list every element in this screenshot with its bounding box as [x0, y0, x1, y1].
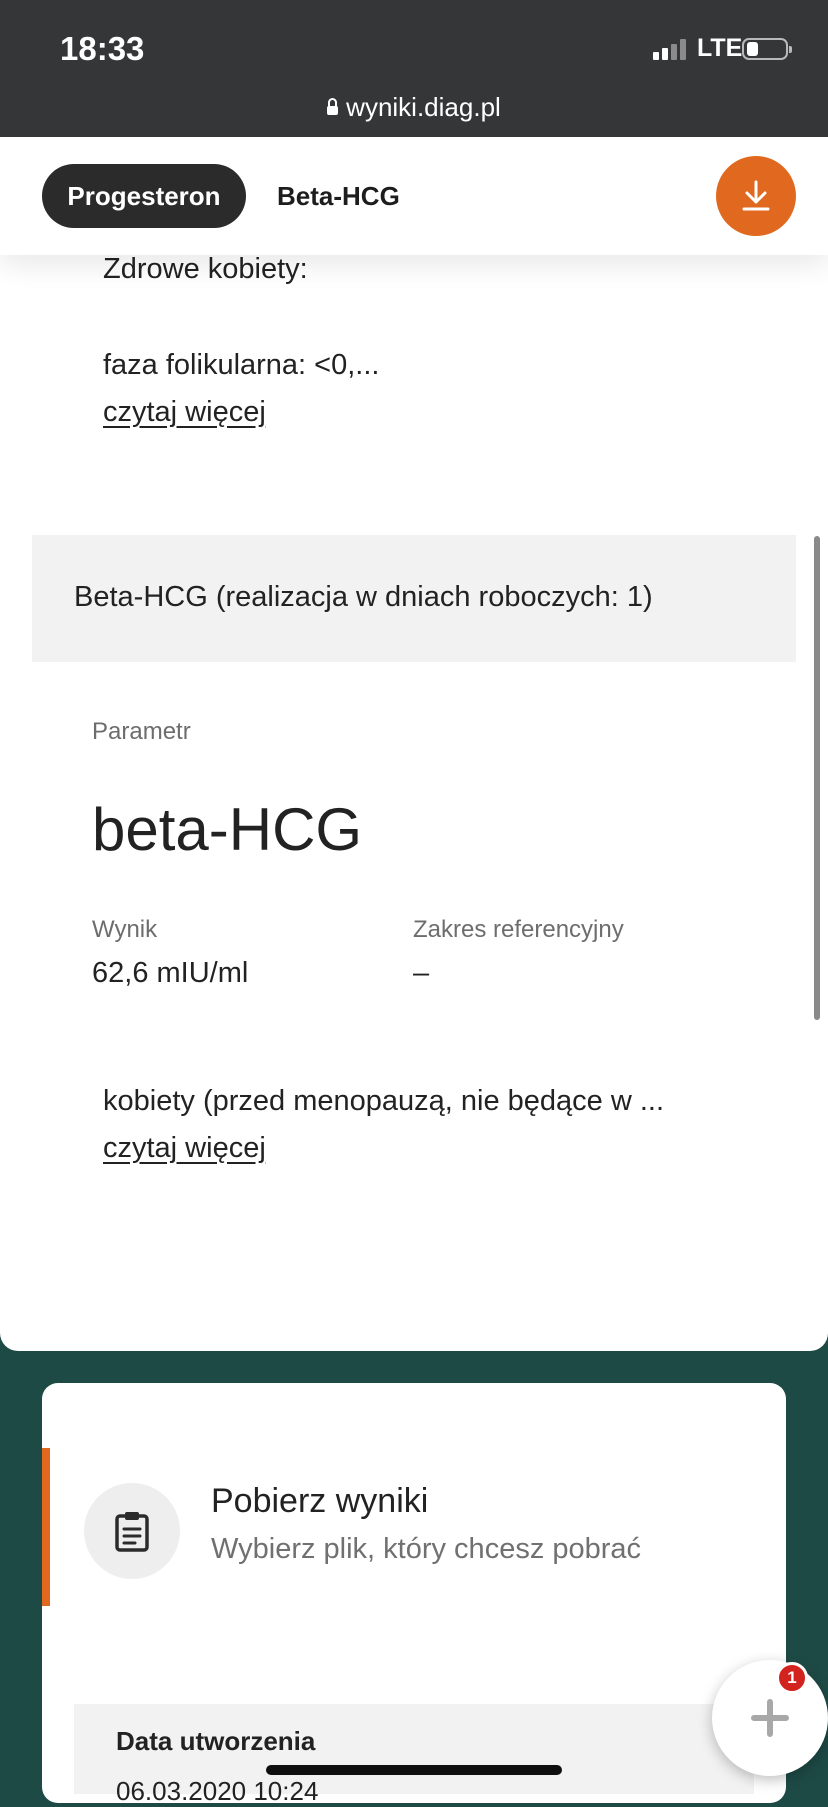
download-panel-subtitle: Wybierz plik, który chcesz pobrać [211, 1533, 642, 1565]
accent-bar [42, 1448, 50, 1606]
parameter-name: beta-HCG [92, 796, 363, 863]
tab-beta-hcg[interactable]: Beta-HCG [277, 164, 400, 228]
scrollbar[interactable] [814, 536, 820, 1020]
progesteron-read-more-link[interactable]: czytaj więcej [103, 396, 266, 429]
beta-hcg-note: kobiety (przed menopauzą, nie będące w .… [103, 1085, 664, 1117]
result-value: 62,6 mIU/ml [92, 957, 249, 989]
add-fab-button[interactable] [712, 1660, 828, 1776]
status-time: 18:33 [60, 30, 145, 67]
beta-hcg-read-more-link[interactable]: czytaj więcej [103, 1132, 266, 1165]
tab-progesteron[interactable]: Progesteron [42, 164, 246, 228]
reference-text-line2: faza folikularna: <0,... [103, 349, 380, 381]
table-header-created-date: Data utworzenia [116, 1726, 316, 1756]
tabs-bar: Progesteron Beta-HCG [0, 137, 828, 255]
clipboard-icon-circle [84, 1483, 180, 1579]
download-button[interactable] [716, 156, 796, 236]
parameter-label: Parametr [92, 718, 191, 745]
download-panel-title: Pobierz wyniki [211, 1482, 429, 1520]
clipboard-icon [115, 1512, 149, 1552]
url-bar[interactable]: wyniki.diag.pl [0, 92, 828, 123]
signal-icon [653, 38, 686, 60]
notification-badge: 1 [776, 1662, 808, 1694]
results-card: Progesteron Beta-HCG Zdrowe kobiety: faz… [0, 137, 828, 1351]
home-indicator[interactable] [266, 1765, 562, 1775]
battery-icon [742, 38, 792, 60]
plus-icon [751, 1699, 789, 1737]
url-text: wyniki.diag.pl [346, 92, 501, 122]
reference-range-value: – [413, 957, 430, 989]
network-label: LTE [697, 34, 743, 62]
beta-hcg-section-header: Beta-HCG (realizacja w dniach roboczych:… [32, 535, 796, 662]
reference-text-line1: Zdrowe kobiety: [103, 253, 308, 285]
section-title: Beta-HCG (realizacja w dniach roboczych:… [74, 581, 653, 613]
result-label: Wynik [92, 916, 158, 943]
download-icon [742, 180, 770, 211]
status-bar: 18:33 LTE wyniki.diag.pl [0, 0, 828, 137]
lock-icon [327, 98, 339, 115]
reference-range-label: Zakres referencyjny [413, 916, 624, 943]
